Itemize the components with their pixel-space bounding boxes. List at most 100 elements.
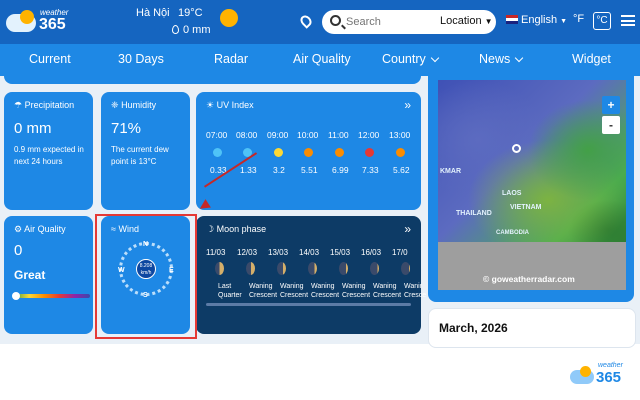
air-quality-value: 0 [14, 242, 23, 259]
humidity-card: ❈ Humidity 71% The current dew point is … [101, 92, 190, 210]
moon-phase-title-text: Moon phase [216, 224, 267, 234]
map-location-marker[interactable] [512, 144, 521, 153]
uv-time: 07:00 [206, 130, 228, 140]
unit-celsius-toggle[interactable]: °C [593, 12, 611, 30]
precipitation-card: ☂ Precipitation 0 mm 0.9 mm expected in … [4, 92, 93, 210]
sun-icon [580, 366, 591, 377]
map-label: CAMBODIA [496, 230, 529, 236]
moon-phase-icon [277, 262, 286, 275]
uv-title-text: UV Index [216, 100, 254, 110]
moon-date: 12/03 [237, 248, 258, 257]
uv-value: 1.33 [240, 165, 257, 175]
uv-time: 11:00 [328, 130, 349, 140]
uv-time: 10:00 [297, 130, 319, 140]
uv-sun-icon [304, 148, 313, 157]
map-label: THAILAND [456, 210, 492, 217]
uv-sun-icon [335, 148, 344, 157]
flag-icon [506, 15, 518, 24]
site-logo[interactable]: weather 365 [6, 8, 76, 36]
air-quality-marker [12, 292, 20, 300]
nav-radar[interactable]: Radar [214, 52, 248, 66]
uv-time: 09:00 [267, 130, 289, 140]
sun-icon [20, 10, 34, 24]
unit-fahrenheit-toggle[interactable]: °F [573, 13, 584, 25]
moon-phase-line: Last [218, 283, 232, 290]
uv-time: 13:00 [389, 130, 411, 140]
moon-phase-icon [246, 262, 255, 275]
nav-air-quality[interactable]: Air Quality [293, 52, 351, 66]
moon-date: 13/03 [268, 248, 289, 257]
language-select[interactable]: English ▼ [506, 14, 567, 26]
nav-country[interactable]: Country [382, 52, 440, 66]
moon-date: 16/03 [361, 248, 382, 257]
chevrons-right-icon[interactable]: » [404, 222, 411, 236]
radar-map-panel: KMAR LAOS THAILAND VIETNAM CAMBODIA + - … [428, 76, 634, 302]
precipitation-value: 0 mm [14, 120, 52, 137]
air-icon: ⚙ [14, 224, 23, 234]
sun-icon: ☀ [206, 100, 215, 110]
moon-phase-name: Waning Crescent [360, 282, 401, 299]
humidity-desc: The current dew point is 13°C [111, 145, 169, 166]
calendar-card: March, 2026 [428, 308, 636, 348]
location-select-label: Location [440, 15, 482, 27]
map-label: LAOS [502, 190, 522, 197]
umbrella-icon: ☂ [14, 100, 23, 110]
moon-phase-title: ☽ Moon phase [206, 224, 266, 235]
search-box: Location ▼ [322, 10, 496, 34]
location-select[interactable]: Location ▼ [440, 15, 493, 27]
city-name[interactable]: Hà Nội [136, 7, 170, 19]
chevron-down-icon: ▼ [484, 17, 493, 26]
air-quality-status: Great [14, 268, 46, 282]
moon-phase-line: Quarter [218, 292, 242, 299]
moon-phase-line: Cresce [404, 292, 427, 299]
language-label: English [521, 14, 558, 26]
uv-value: 7.33 [362, 165, 379, 175]
moon-phase-name: Waning Crescent [267, 282, 308, 299]
nav-country-label: Country [382, 52, 426, 66]
humidity-value: 71% [111, 120, 142, 137]
current-temperature: 19°C [178, 7, 203, 19]
moon-date: 11/03 [206, 248, 226, 257]
moon-phase-card: ☽ Moon phase » 11/03 12/03 13/03 14/03 1… [196, 216, 426, 334]
main-nav: Current 30 Days Radar Air Quality Countr… [0, 44, 640, 76]
chevrons-right-icon[interactable]: » [404, 98, 411, 112]
nav-news[interactable]: News [479, 52, 524, 66]
uv-title: ☀ UV Index [206, 100, 254, 111]
chevron-down-icon [515, 53, 524, 63]
raindrop-icon [172, 25, 179, 34]
footer-logo-top: weather [598, 362, 623, 369]
top-panel-edge [4, 76, 421, 84]
zoom-out-button[interactable]: - [602, 116, 620, 134]
moon-phase-name: Waning Crescent [236, 282, 277, 299]
menu-icon[interactable] [621, 15, 635, 26]
precipitation-title: ☂ Precipitation [14, 100, 74, 111]
moon-phase-line: Crescent [249, 292, 278, 299]
rain-value: 0 mm [183, 24, 211, 36]
precipitation-title-text: Precipitation [24, 100, 75, 110]
humidity-title-text: Humidity [121, 100, 157, 110]
uv-index-card: ☀ UV Index » 07:00 08:00 09:00 10:00 11:… [196, 92, 421, 210]
footer-logo[interactable]: weather 365 [570, 362, 634, 388]
zoom-in-button[interactable]: + [602, 96, 620, 114]
map-credit[interactable]: © goweatherradar.com [483, 274, 575, 284]
uv-sun-icon [365, 148, 374, 157]
search-input[interactable] [346, 14, 436, 30]
moon-phase-icon [308, 262, 317, 275]
moon-phase-icon [370, 262, 379, 275]
radar-map[interactable]: KMAR LAOS THAILAND VIETNAM CAMBODIA + - … [438, 80, 626, 290]
nav-current[interactable]: Current [29, 52, 71, 66]
air-quality-scale [14, 294, 90, 298]
uv-value: 3.2 [273, 165, 285, 175]
nav-30-days[interactable]: 30 Days [118, 52, 164, 66]
caret-down-icon: ▼ [560, 18, 568, 25]
moon-date: 15/03 [330, 248, 351, 257]
location-pin-icon[interactable] [298, 13, 314, 29]
nav-news-label: News [479, 52, 511, 66]
uv-sun-icon [213, 148, 222, 157]
moon-date: 17/0 [392, 248, 408, 257]
nav-widget[interactable]: Widget [572, 52, 611, 66]
current-rain: 0 mm [172, 24, 211, 36]
moon-scroll-track[interactable] [206, 303, 411, 306]
moon-phase-name: Waning Crescent [329, 282, 370, 299]
air-quality-title-text: Air Quality [24, 224, 66, 234]
